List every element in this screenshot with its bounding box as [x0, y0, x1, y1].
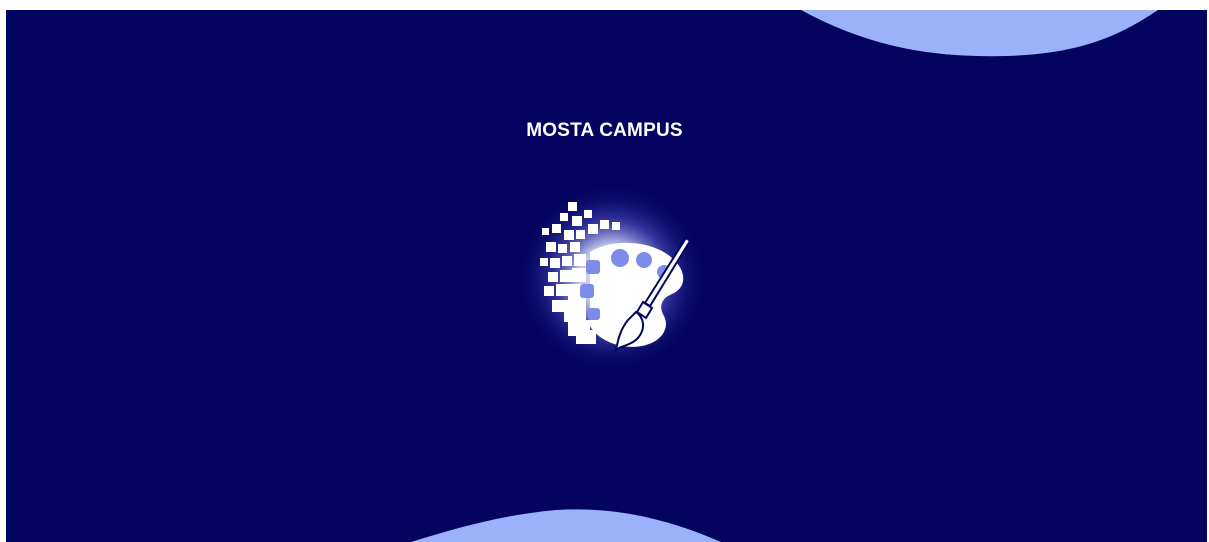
- campus-title: MOSTA CAMPUS: [526, 120, 683, 141]
- bottom-wave: [411, 509, 721, 542]
- top-wave: [801, 10, 1158, 57]
- pixel-palette-brush-icon: [516, 182, 708, 374]
- app-logo: [512, 180, 712, 380]
